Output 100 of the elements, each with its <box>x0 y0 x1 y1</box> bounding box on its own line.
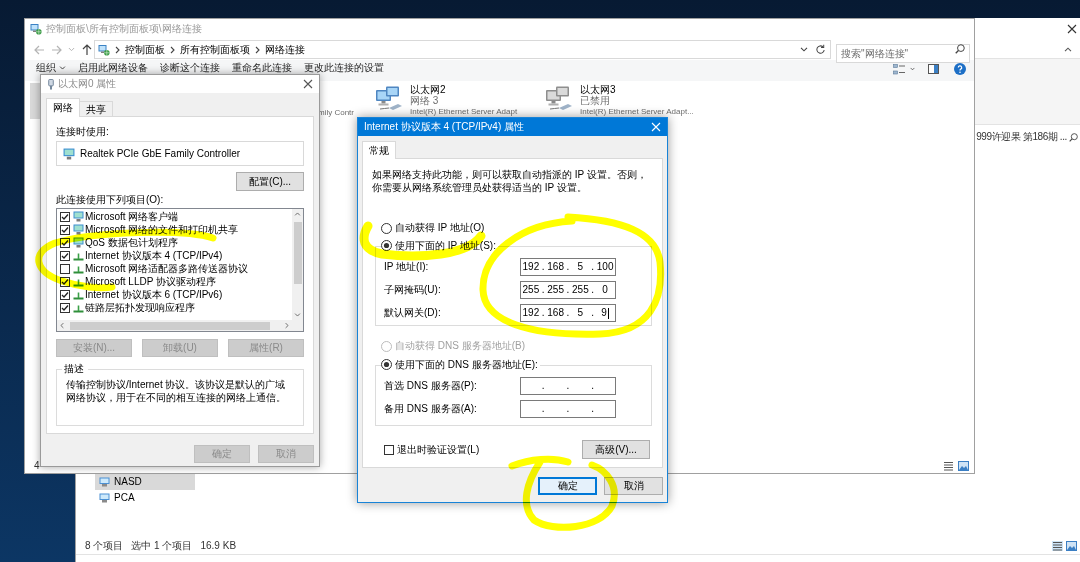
search-field[interactable]: 搜索"网络连接" <box>836 44 970 63</box>
checkbox[interactable] <box>60 263 70 274</box>
caret-down-icon[interactable] <box>800 47 808 52</box>
toolbar-button[interactable]: 更改此连接的设置 <box>304 62 384 74</box>
ip-address-field[interactable]: 255 . 255 . 255 . 0 <box>520 281 616 299</box>
network-adapter-icon[interactable] <box>375 86 403 112</box>
preview-pane-icon[interactable] <box>928 64 939 74</box>
search-icon[interactable] <box>1069 132 1078 142</box>
ip-address-field[interactable]: . . . <box>520 400 616 418</box>
field-label: IP 地址(I): <box>384 261 429 273</box>
toolbar-button[interactable]: 启用此网络设备 <box>78 62 148 74</box>
checkbox[interactable] <box>60 224 70 235</box>
checkbox[interactable] <box>60 211 70 222</box>
adapter-device-text: Intel(R) Ethernet Server Adapt... <box>580 106 694 117</box>
selection-highlight <box>30 83 40 119</box>
status-text: 4 <box>34 460 40 472</box>
list-item-label[interactable]: 链路层拓扑发现响应程序 <box>85 301 195 314</box>
plug-icon <box>47 78 55 90</box>
nav-item[interactable]: PCA <box>95 490 195 506</box>
picture-view-icon[interactable] <box>958 461 969 471</box>
adapter-device-text: Intel(R) Ethernet Server Adapt <box>410 106 518 117</box>
address-bar[interactable]: 控制面板 所有控制面板项 网络连接 <box>94 40 831 59</box>
field-label: 备用 DNS 服务器(A): <box>384 403 477 415</box>
adapter-name: Realtek PCIe GbE Family Controller <box>80 147 241 160</box>
list-item-label[interactable]: Internet 协议版本 6 (TCP/IPv6) <box>85 288 223 301</box>
option-label[interactable]: 使用下面的 DNS 服务器地址(E): <box>395 359 538 371</box>
view-options-icon[interactable] <box>893 63 905 75</box>
status-text: 16.9 KB <box>200 540 237 552</box>
radio-button[interactable] <box>381 359 392 370</box>
option-label[interactable]: 自动获得 IP 地址(O) <box>395 222 485 234</box>
close-icon[interactable] <box>1067 24 1077 34</box>
tab[interactable]: 网络 <box>46 98 80 117</box>
details-view-icon[interactable] <box>1052 541 1063 551</box>
chevron-icon[interactable] <box>115 45 120 54</box>
chevron-icon[interactable] <box>255 45 260 54</box>
tab[interactable]: 常规 <box>362 141 396 159</box>
monitor-icon <box>73 211 84 222</box>
intro-text: 如果网络支持此功能，则可以获取自动指派的 IP 设置。否则，你需要从网络系统管理员处获得适当的 IP 设置。 <box>372 168 648 194</box>
checkbox[interactable] <box>60 302 70 313</box>
list-item-label[interactable]: Microsoft 网络适配器多路传送器协议 <box>85 262 249 275</box>
close-icon[interactable] <box>303 79 313 89</box>
adapter-status: 网络 3 <box>410 95 440 106</box>
toolbar-button[interactable]: 诊断这个连接 <box>160 62 220 74</box>
checkbox[interactable] <box>60 289 70 300</box>
refresh-icon[interactable] <box>815 44 826 55</box>
breadcrumb-item[interactable]: 网络连接 <box>265 43 305 56</box>
ok-button[interactable]: 确定 <box>538 477 597 495</box>
up-arrow-icon[interactable] <box>82 44 92 55</box>
list-text: 999许迎果 第186期 ... <box>976 131 1067 143</box>
advanced-button[interactable]: 高级(V)... <box>582 440 650 459</box>
dialog-title: 以太网0 属性 <box>58 78 117 90</box>
monitor-icon <box>99 493 110 503</box>
help-icon[interactable] <box>954 63 966 75</box>
adapter-status: 已禁用 <box>580 95 611 106</box>
group-label: 描述 <box>63 363 85 375</box>
monitor-icon <box>73 237 84 248</box>
dialog-title: Internet 协议版本 4 (TCP/IPv4) 属性 <box>364 121 525 133</box>
field-label: 默认网关(D): <box>384 307 441 319</box>
window-title: 控制面板\所有控制面板项\网络连接 <box>46 23 202 35</box>
breadcrumb-item[interactable]: 控制面板 <box>125 43 165 56</box>
toolbar-button[interactable]: 组织 <box>36 62 66 74</box>
checkbox[interactable] <box>384 444 394 455</box>
details-view-icon[interactable] <box>943 461 954 471</box>
tab[interactable]: 共享 <box>80 101 113 116</box>
adapter-name[interactable]: 以太网2 <box>410 84 518 95</box>
ip-address-field[interactable]: . . . <box>520 377 616 395</box>
list-item-label[interactable]: QoS 数据包计划程序 <box>85 236 178 249</box>
vertical-scrollbar[interactable] <box>292 209 303 320</box>
monitor-icon <box>73 224 84 235</box>
option-label[interactable]: 退出时验证设置(L) <box>397 443 480 456</box>
status-text: 选中 1 个项目 <box>131 540 193 552</box>
radio-button[interactable] <box>381 240 392 251</box>
description-text: 传输控制协议/Internet 协议。该协议是默认的广域网络协议，用于在不同的相互连接的网络上通信。 <box>66 378 287 404</box>
radio-button[interactable] <box>381 222 392 234</box>
list-item-label[interactable]: Internet 协议版本 4 (TCP/IPv4) <box>85 249 223 262</box>
list-item-label[interactable]: Microsoft LLDP 协议驱动程序 <box>85 275 216 288</box>
horizontal-scrollbar[interactable] <box>57 320 292 331</box>
picture-view-icon[interactable] <box>1066 541 1077 551</box>
status-text: 8 个项目 <box>85 540 124 552</box>
network-computer-icon <box>30 23 42 35</box>
configure-button[interactable]: 配置(C)... <box>236 172 304 191</box>
monitor-icon <box>99 477 110 487</box>
chevron-icon[interactable] <box>170 45 175 54</box>
list-item-label[interactable]: Microsoft 网络客户端 <box>85 210 179 223</box>
section-label: 此连接使用下列项目(O): <box>56 194 165 206</box>
ip-address-field[interactable]: 192 . 168 . 5 . 100 <box>520 258 616 276</box>
scrollbar-thumb[interactable] <box>293 222 302 284</box>
network-computer-icon <box>98 43 110 56</box>
field-label: 首选 DNS 服务器(P): <box>384 380 477 392</box>
field-label: 子网掩码(U): <box>384 284 441 296</box>
nav-item[interactable]: NASD <box>95 474 195 490</box>
breadcrumb-item[interactable]: 所有控制面板项 <box>180 43 250 56</box>
adapter-device-text: mily Contr <box>318 107 354 118</box>
checkbox[interactable] <box>60 250 70 261</box>
toolbar-button[interactable]: 重命名此连接 <box>232 62 292 74</box>
search-icon[interactable] <box>955 44 965 54</box>
caret-up-icon[interactable] <box>1064 46 1072 52</box>
monitor-icon <box>63 147 75 160</box>
ip-address-field[interactable]: 192 . 168 . 5 . 9 <box>520 304 616 322</box>
scrollbar-thumb[interactable] <box>70 321 270 330</box>
